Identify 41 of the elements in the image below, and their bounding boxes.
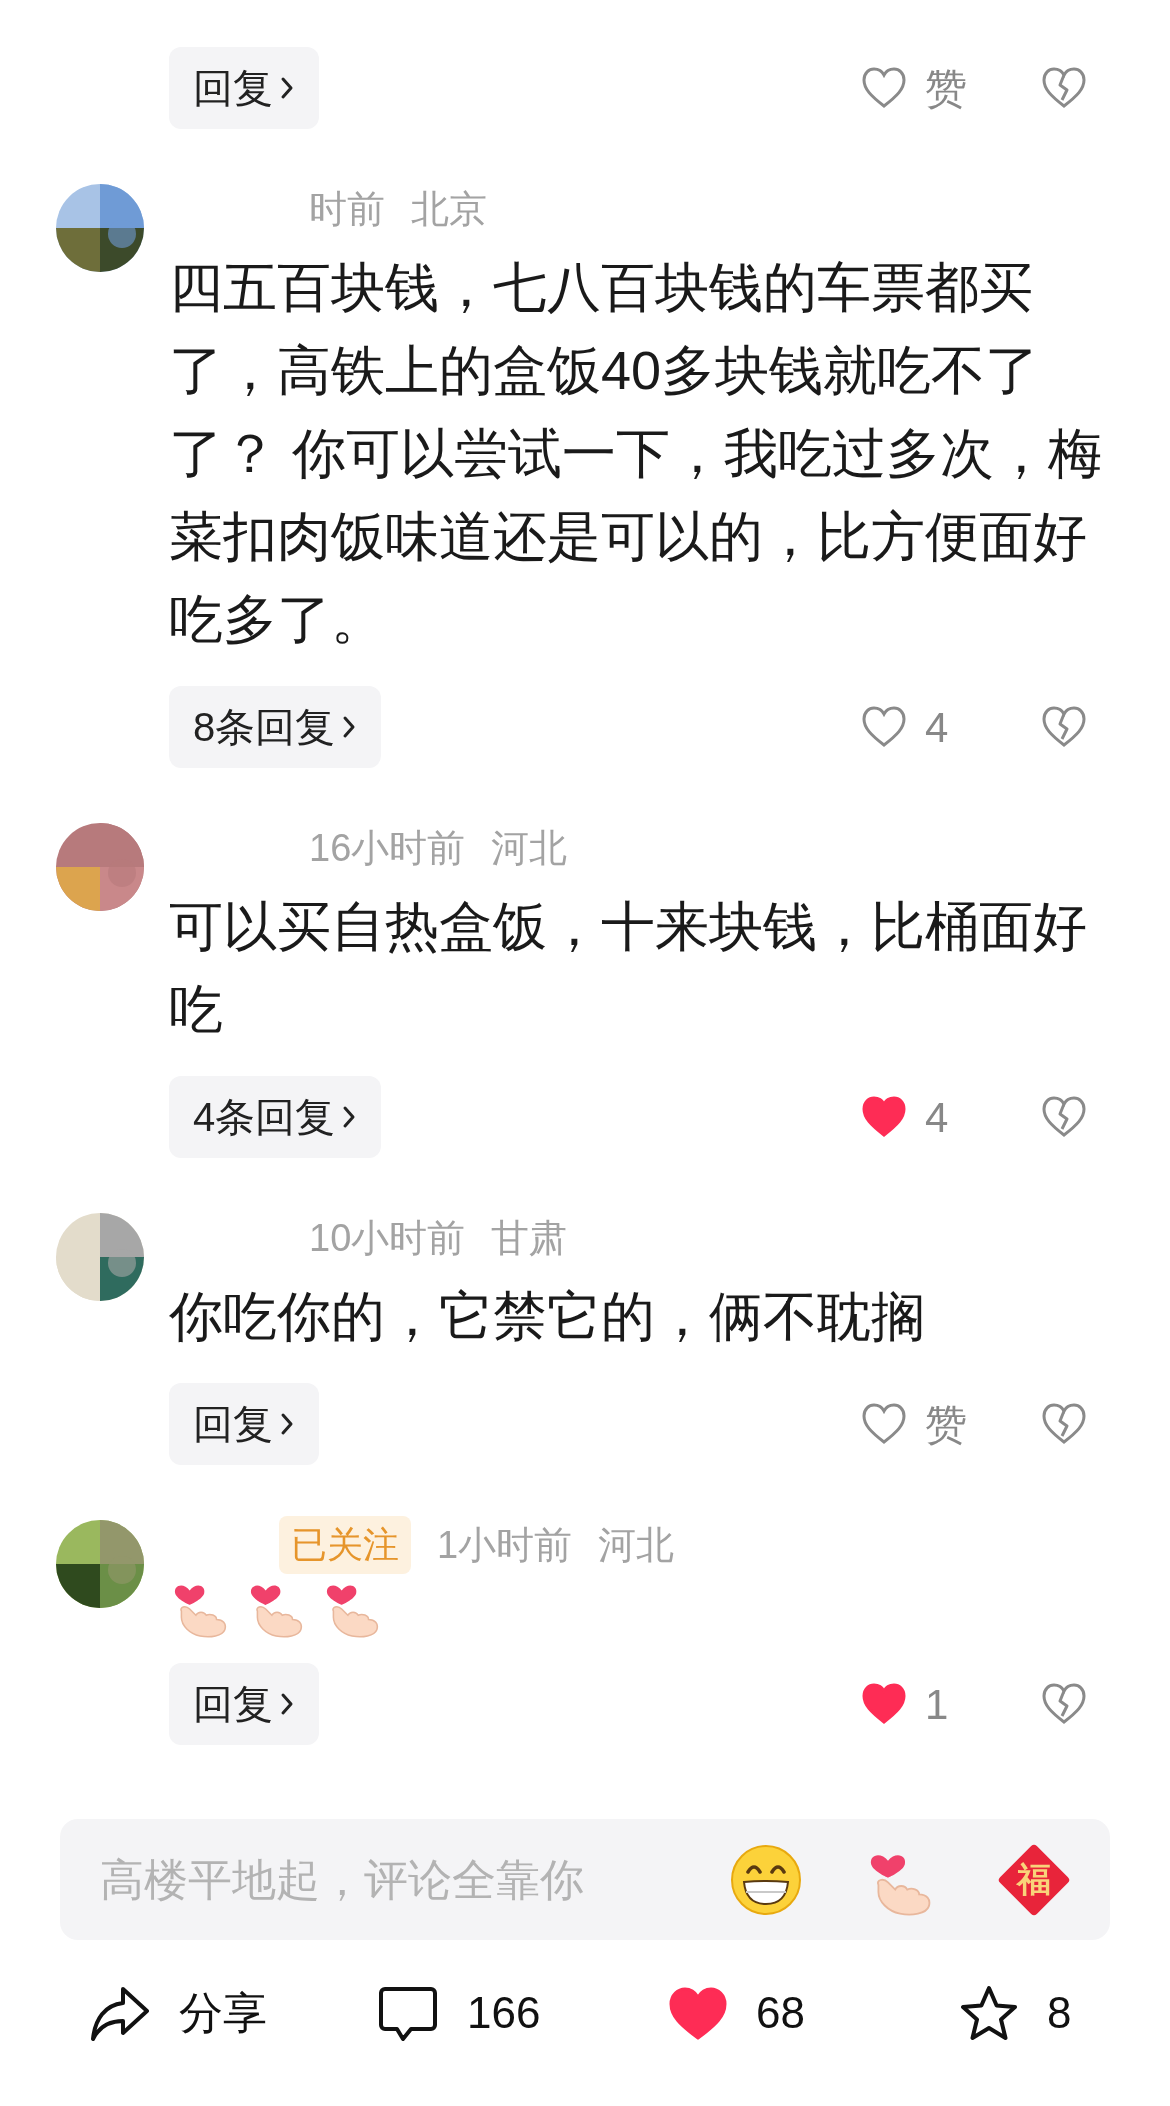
like-icon[interactable]: [861, 1401, 907, 1447]
reply-button[interactable]: 回复: [169, 1663, 319, 1745]
like-count[interactable]: 68: [756, 1980, 805, 2046]
reply-button[interactable]: 4条回复: [169, 1076, 382, 1158]
like-icon[interactable]: [861, 65, 907, 111]
comment-count[interactable]: 166: [467, 1980, 541, 2046]
broken-heart-icon[interactable]: [1041, 65, 1087, 111]
comment-text: 四五百块钱，七八百块钱的车票都买了，高铁上的盒饭40多块钱就吃不了了？ 你可以尝试一下，我吃过多次，梅菜扣肉饭味道还是可以的，比方便面好吃多了。: [169, 256, 1103, 651]
reply-button[interactable]: 回复: [169, 47, 319, 129]
like-count: 1: [925, 1679, 949, 1730]
comment-time: 时前: [309, 186, 385, 232]
reply-button[interactable]: 8条回复: [169, 686, 382, 768]
like-icon[interactable]: [861, 704, 907, 750]
broken-heart-icon[interactable]: [1041, 704, 1087, 750]
like-count: 赞: [925, 1399, 967, 1450]
comment-time: 16小时前: [309, 825, 466, 871]
comment-time: 1小时前: [437, 1522, 573, 1568]
comment-time: 10小时前: [309, 1215, 466, 1261]
chevron-icon: [279, 75, 295, 101]
comment-region: 河北: [491, 825, 568, 871]
like-count: 4: [925, 702, 949, 753]
star-icon[interactable]: [959, 1984, 1019, 2042]
comment-region: 北京: [411, 186, 487, 232]
follow-tag: 已关注: [279, 1516, 411, 1574]
comment-text: 可以买自热盒饭，十来块钱，比桶面好吃: [169, 895, 1088, 1041]
chevron-icon: [279, 1691, 295, 1717]
comment-region: 河北: [598, 1522, 675, 1568]
like-icon[interactable]: [861, 1681, 907, 1727]
favorite-count[interactable]: 8: [1047, 1980, 1072, 2046]
comment-region: 甘肃: [491, 1215, 568, 1261]
broken-heart-icon[interactable]: [1041, 1681, 1087, 1727]
share-label[interactable]: 分享: [179, 1980, 267, 2046]
comment-text: 你吃你的，它禁它的，俩不耽搁: [169, 1285, 926, 1348]
broken-heart-icon[interactable]: [1041, 1401, 1087, 1447]
like-count: 4: [925, 1092, 949, 1143]
chevron-icon: [279, 1411, 295, 1437]
reply-button[interactable]: 回复: [169, 1383, 319, 1465]
broken-heart-icon[interactable]: [1041, 1094, 1087, 1140]
like-count: 赞: [925, 63, 967, 114]
grinning-face-icon[interactable]: [730, 1843, 802, 1916]
like-icon[interactable]: [861, 1094, 907, 1140]
